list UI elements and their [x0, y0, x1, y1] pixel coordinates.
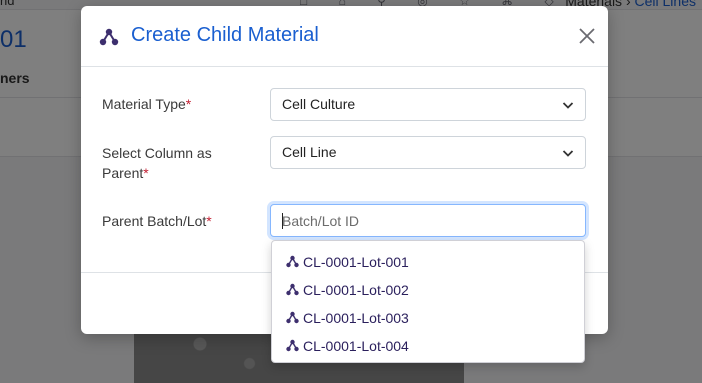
parent-column-label: Select Column as Parent*	[102, 143, 212, 183]
dropdown-item-label: CL-0001-Lot-001	[303, 254, 409, 270]
dropdown-item[interactable]: CL-0001-Lot-001	[272, 248, 584, 276]
dropdown-item[interactable]: CL-0001-Lot-002	[272, 276, 584, 304]
required-mark: *	[143, 165, 149, 181]
material-type-label-text: Material Type	[102, 96, 186, 112]
parent-column-value: Cell Line	[282, 144, 337, 160]
dropdown-item[interactable]: CL-0001-Lot-004	[272, 332, 584, 360]
molecule-icon	[286, 283, 299, 296]
molecule-icon	[99, 28, 119, 46]
parent-column-label-line2: Parent	[102, 165, 144, 181]
dropdown-item-label: CL-0001-Lot-002	[303, 282, 409, 298]
dropdown-item-label: CL-0001-Lot-004	[303, 338, 409, 354]
batch-lot-dropdown: CL-0001-Lot-001 CL-0001-Lot-002 CL-0001-…	[271, 240, 585, 363]
required-mark: *	[206, 213, 212, 229]
parent-batch-input[interactable]	[270, 204, 586, 237]
parent-batch-label-text: Parent Batch/Lot	[102, 213, 207, 229]
required-mark: *	[185, 96, 192, 112]
dropdown-item[interactable]: CL-0001-Lot-003	[272, 304, 584, 332]
modal-header: Create Child Material	[81, 6, 608, 67]
dropdown-item-label: CL-0001-Lot-003	[303, 310, 409, 326]
parent-column-select[interactable]: Cell Line	[270, 136, 586, 169]
material-type-label: Material Type*	[102, 94, 191, 114]
parent-batch-label: Parent Batch/Lot*	[102, 211, 212, 231]
parent-column-label-line1: Select Column as	[102, 145, 212, 161]
material-type-value: Cell Culture	[282, 96, 356, 112]
text-caret	[282, 213, 283, 229]
chevron-down-icon	[562, 150, 574, 157]
modal-title: Create Child Material	[131, 24, 319, 46]
molecule-icon	[286, 255, 299, 268]
molecule-icon	[286, 339, 299, 352]
chevron-down-icon	[562, 102, 574, 109]
close-icon[interactable]	[578, 27, 596, 45]
material-type-select[interactable]: Cell Culture	[270, 88, 586, 121]
molecule-icon	[286, 311, 299, 324]
